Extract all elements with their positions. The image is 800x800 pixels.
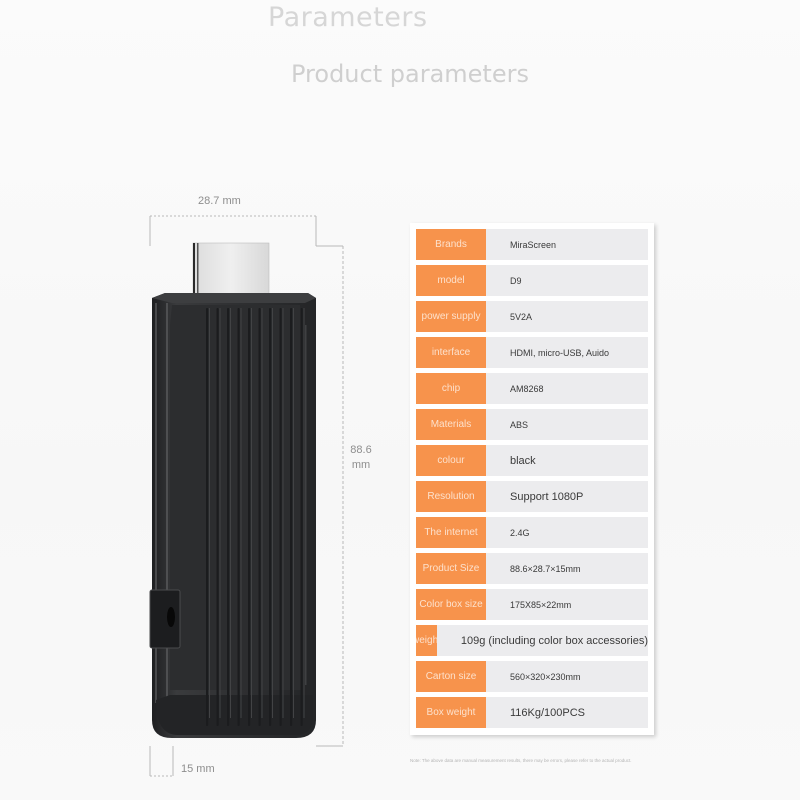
spec-row: Product Size 88.6×28.7×15mm (416, 553, 648, 584)
groove-highlight (251, 308, 252, 718)
spec-value: 116Kg/100PCS (486, 697, 648, 728)
spec-value: 2.4G (486, 517, 648, 548)
spec-value: AM8268 (486, 373, 648, 404)
spec-key: model (416, 265, 486, 296)
spec-value: 560×320×230mm (486, 661, 648, 692)
spec-key: Color box size (416, 589, 486, 620)
spec-row: chip AM8268 (416, 373, 648, 404)
spec-value: 88.6×28.7×15mm (486, 553, 648, 584)
spec-key: weight (416, 625, 437, 656)
spec-table: Brands MiraScreen model D9 power supply 5V2A i… (410, 223, 654, 735)
groove-highlight (209, 308, 210, 718)
groove-highlight (293, 308, 294, 718)
spec-row: Brands MiraScreen (416, 229, 648, 260)
groove (279, 308, 282, 726)
groove-highlight (303, 308, 305, 718)
groove-highlight (230, 308, 231, 718)
spec-key: Resolution (416, 481, 486, 512)
spec-row: Resolution Support 1080P (416, 481, 648, 512)
groove (258, 308, 261, 726)
groove-highlight (272, 308, 273, 718)
measurement-note: Note: The above data are manual measurem… (410, 758, 632, 763)
spec-key: power supply (416, 301, 486, 332)
spec-key: The internet (416, 517, 486, 548)
hdmi-plug (192, 242, 270, 296)
spec-row: interface HDMI, micro-USB, Auido (416, 337, 648, 368)
spec-key: colour (416, 445, 486, 476)
groove-highlight (261, 308, 263, 718)
spec-key: Product Size (416, 553, 486, 584)
spec-value: black (486, 445, 648, 476)
spec-row: power supply 5V2A (416, 301, 648, 332)
micro-usb-port (149, 589, 181, 649)
spec-key: interface (416, 337, 486, 368)
spec-value: MiraScreen (486, 229, 648, 260)
spec-row: weight109g (including color box accessor… (416, 625, 648, 656)
spec-row: Materials ABS (416, 409, 648, 440)
groove (216, 308, 219, 726)
spec-value: ABS (486, 409, 648, 440)
spec-row: Carton size 560×320×230mm (416, 661, 648, 692)
groove (269, 308, 272, 726)
spec-row: Color box size 175X85×22mm (416, 589, 648, 620)
spec-key: Box weight (416, 697, 486, 728)
spec-key: chip (416, 373, 486, 404)
spec-value: 109g (including color box accessories) (436, 625, 648, 656)
spec-value: Support 1080P (486, 481, 648, 512)
spec-row: Box weight 116Kg/100PCS (416, 697, 648, 728)
spec-row: colour black (416, 445, 648, 476)
spec-key: Brands (416, 229, 486, 260)
spec-value: 5V2A (486, 301, 648, 332)
spec-value: HDMI, micro-USB, Auido (486, 337, 648, 368)
spec-key: Carton size (416, 661, 486, 692)
spec-row: The internet 2.4G (416, 517, 648, 548)
spec-value: D9 (486, 265, 648, 296)
spec-value: 175X85×22mm (486, 589, 648, 620)
groove (227, 308, 230, 726)
groove (248, 308, 251, 726)
groove-highlight (282, 308, 284, 718)
groove (206, 308, 209, 726)
groove (300, 308, 303, 726)
spec-key: Materials (416, 409, 486, 440)
groove (290, 308, 293, 726)
spec-row: model D9 (416, 265, 648, 296)
groove-highlight (219, 308, 221, 718)
groove-highlight (240, 308, 242, 718)
hdmi-dongle-image (149, 242, 316, 738)
groove (237, 308, 240, 726)
